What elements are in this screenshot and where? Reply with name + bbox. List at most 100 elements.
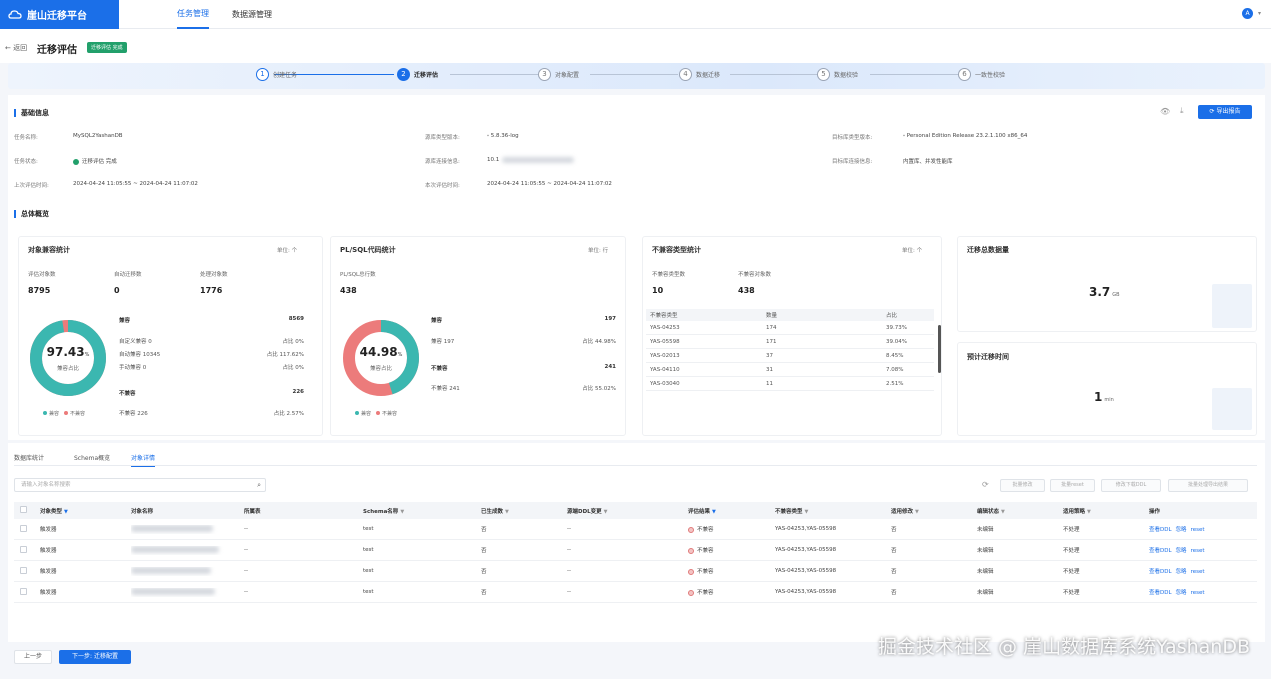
- cell-strategy: 不处理: [1063, 548, 1080, 554]
- filter-icon[interactable]: ▼: [712, 509, 716, 515]
- reset-link[interactable]: reset: [1191, 590, 1205, 596]
- view-ddl-link[interactable]: 查看DDL: [1149, 548, 1172, 554]
- compat-value: 8569: [288, 316, 304, 322]
- plsql-title: PL/SQL代码统计: [340, 246, 396, 254]
- view-ddl-link[interactable]: 查看DDL: [1149, 527, 1172, 533]
- table-row[interactable]: 触发器 -- test 否 -- 不兼容 YAS-04253,YAS-05598…: [14, 561, 1257, 582]
- ignore-link[interactable]: 忽略: [1176, 548, 1187, 554]
- batch-reset-button[interactable]: 批量reset: [1050, 479, 1095, 492]
- legend-label: 不兼容: [382, 411, 398, 417]
- select-all-checkbox[interactable]: [20, 506, 27, 513]
- filter-icon[interactable]: ▼: [64, 509, 68, 515]
- cell-owner: --: [244, 589, 248, 595]
- ignore-link[interactable]: 忽略: [1176, 527, 1187, 533]
- column-header: 操作: [1149, 508, 1161, 515]
- row-checkbox[interactable]: [20, 566, 27, 574]
- incompat-value: 241: [604, 364, 616, 370]
- download-ddl-button[interactable]: 修改下载DDL: [1101, 479, 1161, 492]
- warning-icon: [688, 568, 694, 575]
- stat-value: 1776: [200, 286, 223, 295]
- incompat-label: 不兼容: [431, 366, 448, 372]
- step-4[interactable]: 4 数据迁移: [679, 68, 720, 81]
- object-compat-center-label: 兼容占比: [56, 366, 79, 372]
- stat-label: 处理对象数: [200, 272, 228, 278]
- cell-name: [131, 566, 244, 576]
- task-name-value: MySQL2YashanDB: [73, 133, 123, 139]
- scrollbar[interactable]: [938, 325, 941, 373]
- search-input[interactable]: 请输入对象名称搜索 ⌕: [14, 478, 266, 492]
- step-6[interactable]: 6 一致性校验: [958, 68, 1005, 81]
- filter-icon[interactable]: ▼: [915, 509, 919, 515]
- user-avatar[interactable]: A: [1242, 8, 1253, 19]
- filter-icon[interactable]: ▼: [805, 509, 809, 515]
- detail-right: 占比 0%: [282, 339, 304, 345]
- header-label: 已生成数: [481, 508, 504, 515]
- step-connector: [450, 74, 538, 75]
- cell-actions: 查看DDL 忽略 reset: [1149, 588, 1209, 596]
- incompat-type-title: 不兼容类型统计: [652, 246, 701, 254]
- incompat-label: 不兼容: [119, 391, 136, 397]
- step-2[interactable]: 2 迁移评估: [397, 68, 438, 81]
- row-checkbox[interactable]: [20, 587, 27, 595]
- nav-task-management[interactable]: 任务管理: [177, 0, 209, 29]
- cell-owner: --: [244, 568, 248, 574]
- cell-fix: 否: [891, 548, 897, 554]
- cell-result: 不兼容: [688, 525, 775, 533]
- filter-icon[interactable]: ▼: [1001, 509, 1005, 515]
- tab-schema-overview[interactable]: Schema概览: [74, 453, 110, 462]
- view-ddl-link[interactable]: 查看DDL: [1149, 590, 1172, 596]
- object-detail-table: 对象类型 ▼ 对象名称 所属表 Schema名称 ▼ 已生成数 ▼ 源端DDL变更 ▼ …: [14, 502, 1257, 603]
- step-1[interactable]: 1 创建任务: [256, 68, 297, 81]
- table-row[interactable]: 触发器 -- test 否 -- 不兼容 YAS-04253,YAS-05598…: [14, 582, 1257, 603]
- search-icon[interactable]: ⌕: [257, 479, 261, 491]
- cell: YAS-03040: [650, 380, 680, 387]
- detail-left: 不兼容 241: [431, 386, 460, 392]
- filter-icon[interactable]: ▼: [604, 509, 608, 515]
- export-report-button[interactable]: ⟳ 导出报告: [1198, 105, 1252, 119]
- compat-detail-row: 手动兼容 0 占比 0%: [119, 363, 304, 371]
- row-checkbox[interactable]: [20, 524, 27, 532]
- tab-db-stats[interactable]: 数据库统计: [14, 453, 44, 462]
- redacted-blur: [131, 566, 211, 574]
- export-results-button[interactable]: 批量处理导出结果: [1168, 479, 1248, 492]
- download-icon[interactable]: ⤓: [1180, 106, 1184, 116]
- legend-incompat: 不兼容: [376, 410, 397, 417]
- table-row[interactable]: 触发器 -- test 否 -- 不兼容 YAS-04253,YAS-05598…: [14, 519, 1257, 540]
- detail-right: 占比 2.57%: [273, 411, 304, 417]
- est-time-value: 1 min: [1094, 390, 1114, 404]
- step-3[interactable]: 3 对象配置: [538, 68, 579, 81]
- reset-link[interactable]: reset: [1191, 548, 1205, 554]
- cell-result: 不兼容: [688, 546, 775, 554]
- data-volume-value: 3.7 GB: [1089, 285, 1120, 299]
- row-checkbox[interactable]: [20, 545, 27, 553]
- batch-modify-button[interactable]: 批量修改: [1000, 479, 1045, 492]
- last-eval-label: 上次评估时间:: [14, 183, 49, 189]
- back-link[interactable]: ← 返回: [5, 43, 27, 53]
- view-ddl-link[interactable]: 查看DDL: [1149, 569, 1172, 575]
- ignore-link[interactable]: 忽略: [1176, 569, 1187, 575]
- filter-icon[interactable]: ▼: [505, 509, 509, 515]
- decorative-graphic: [1212, 284, 1252, 328]
- detail-right: 占比 117.62%: [266, 352, 304, 358]
- refresh-icon[interactable]: ⟳: [982, 480, 989, 489]
- filter-icon[interactable]: ▼: [1087, 509, 1091, 515]
- reset-link[interactable]: reset: [1191, 527, 1205, 533]
- cell-fix: 否: [891, 527, 897, 533]
- percent-suffix: %: [84, 352, 90, 358]
- incompat-value: 226: [292, 389, 304, 395]
- cell: 7.08%: [886, 366, 904, 373]
- prev-step-button[interactable]: 上一步: [14, 650, 52, 664]
- chevron-down-icon[interactable]: ▾: [1258, 10, 1261, 17]
- table-row[interactable]: 触发器 -- test 否 -- 不兼容 YAS-04253,YAS-05598…: [14, 540, 1257, 561]
- next-step-button[interactable]: 下一步: 迁移配置: [59, 650, 131, 664]
- table-row: YAS-04110 31 7.08%: [646, 363, 934, 377]
- plsql-total-label: PL/SQL总行数: [340, 272, 376, 278]
- nav-datasource-management[interactable]: 数据源管理: [232, 0, 272, 29]
- step-label: 数据校验: [834, 72, 859, 79]
- eye-icon[interactable]: 👁: [1160, 107, 1170, 116]
- app-logo[interactable]: 崖山迁移平台: [0, 0, 119, 29]
- reset-link[interactable]: reset: [1191, 569, 1205, 575]
- step-5[interactable]: 5 数据校验: [817, 68, 858, 81]
- ignore-link[interactable]: 忽略: [1176, 590, 1187, 596]
- filter-icon[interactable]: ▼: [400, 509, 404, 515]
